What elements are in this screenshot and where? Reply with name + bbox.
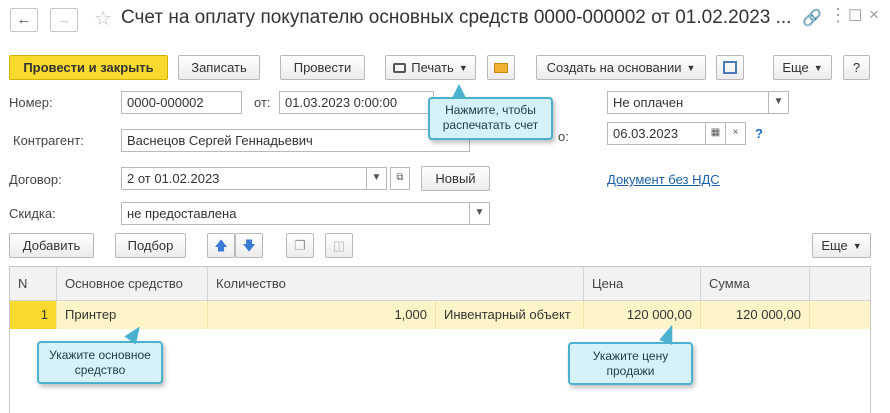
- number-field[interactable]: 0000-000002: [121, 91, 242, 114]
- contract-open-button[interactable]: ⧉: [390, 167, 410, 190]
- post-button[interactable]: Провести: [280, 55, 365, 80]
- link-icon[interactable]: 🔗: [802, 8, 822, 28]
- table-more-button[interactable]: Еще ▼: [812, 233, 871, 258]
- print-callout-text: Нажмите, чтобы распечатать счет: [442, 103, 539, 132]
- chevron-down-icon: ▼: [813, 63, 823, 73]
- chevron-down-icon: ▼: [686, 63, 696, 73]
- arrow-down-icon: 🡇: [242, 238, 256, 253]
- header-quantity[interactable]: Количество: [208, 267, 584, 301]
- print-label: Печать: [411, 60, 454, 75]
- open-icon: ⧉: [396, 172, 404, 183]
- pick-button[interactable]: Подбор: [115, 233, 186, 258]
- create-based-on-button[interactable]: Создать на основании ▼: [536, 55, 706, 80]
- discount-label: Скидка:: [9, 206, 56, 221]
- header-sum[interactable]: Сумма: [701, 267, 810, 301]
- discount-dropdown-button[interactable]: ▼: [470, 202, 490, 225]
- from-label: от:: [254, 95, 271, 110]
- help-question[interactable]: ?: [755, 126, 763, 141]
- header-asset[interactable]: Основное средство: [57, 267, 208, 301]
- move-down-button[interactable]: 🡇: [235, 233, 263, 258]
- cell-extra: [810, 301, 870, 329]
- due-date-field[interactable]: 06.03.2023: [607, 122, 706, 145]
- close-icon[interactable]: ×: [869, 5, 879, 25]
- printer-icon: [393, 63, 407, 73]
- contract-field[interactable]: 2 от 01.02.2023: [121, 167, 367, 190]
- chevron-down-icon: ▼: [773, 96, 784, 107]
- number-label: Номер:: [9, 95, 53, 110]
- asset-callout: Укажите основное средство: [37, 341, 163, 384]
- paste-button[interactable]: ◫: [325, 233, 353, 258]
- chevron-down-icon: ▼: [371, 172, 382, 183]
- date-field[interactable]: 01.03.2023 0:00:00: [279, 91, 434, 114]
- contract-label: Договор:: [9, 172, 62, 187]
- move-up-button[interactable]: 🡅: [207, 233, 235, 258]
- discount-field[interactable]: не предоставлена: [121, 202, 470, 225]
- table-header: N Основное средство Количество Цена Сумм…: [10, 267, 870, 301]
- arrow-right-icon: →: [56, 11, 72, 28]
- status-field[interactable]: Не оплачен: [607, 91, 769, 114]
- maximize-icon[interactable]: ☐: [848, 6, 862, 26]
- email-button[interactable]: [487, 55, 515, 80]
- calendar-button[interactable]: ▦: [706, 122, 726, 145]
- favorite-star-icon[interactable]: ☆: [94, 6, 112, 31]
- new-contract-button[interactable]: Новый: [421, 166, 490, 191]
- arrow-up-icon: 🡅: [214, 238, 228, 253]
- more-label: Еще: [782, 60, 809, 75]
- more-button[interactable]: Еще ▼: [773, 55, 832, 80]
- contractor-field[interactable]: Васнецов Сергей Геннадьевич: [121, 129, 470, 152]
- add-row-button[interactable]: Добавить: [9, 233, 94, 258]
- contractor-label: Контрагент:: [13, 133, 84, 148]
- copy-icon: ❐: [294, 238, 306, 253]
- print-button[interactable]: Печать ▼: [385, 55, 476, 80]
- contract-dropdown-button[interactable]: ▼: [367, 167, 387, 190]
- envelope-icon: [494, 63, 508, 73]
- header-price[interactable]: Цена: [584, 267, 701, 301]
- print-callout-pointer: [452, 84, 466, 98]
- print-callout: Нажмите, чтобы распечатать счет: [428, 97, 553, 140]
- hierarchy-icon: [723, 61, 737, 74]
- help-button[interactable]: ?: [843, 55, 870, 80]
- cell-sum[interactable]: 120 000,00: [701, 301, 810, 329]
- asset-callout-text: Укажите основное средство: [49, 348, 151, 377]
- menu-icon[interactable]: ⋮: [829, 5, 847, 26]
- table-row[interactable]: 1 Принтер 1,000 Инвентарный объект 120 0…: [10, 301, 870, 329]
- cell-price[interactable]: 120 000,00: [584, 301, 701, 329]
- save-button[interactable]: Записать: [178, 55, 260, 80]
- status-dropdown-button[interactable]: ▼: [769, 91, 789, 114]
- post-and-close-button[interactable]: Провести и закрыть: [9, 55, 168, 80]
- due-date-label: о:: [558, 129, 569, 144]
- chevron-down-icon: ▼: [474, 207, 485, 218]
- header-n[interactable]: N: [10, 267, 57, 301]
- window-title: Счет на оплату покупателю основных средс…: [121, 7, 792, 28]
- price-callout: Укажите цену продажи: [568, 342, 693, 385]
- arrow-left-icon: ←: [16, 11, 32, 28]
- cell-unit[interactable]: Инвентарный объект: [436, 301, 584, 329]
- header-extra: [810, 267, 870, 301]
- vat-link[interactable]: Документ без НДС: [607, 172, 720, 187]
- create-based-on-label: Создать на основании: [546, 60, 682, 75]
- chevron-down-icon: ▼: [852, 241, 862, 251]
- forward-button[interactable]: →: [50, 8, 78, 32]
- cell-quantity[interactable]: 1,000: [208, 301, 436, 329]
- copy-button[interactable]: ❐: [286, 233, 314, 258]
- calendar-icon: ▦: [710, 127, 721, 138]
- back-button[interactable]: ←: [10, 8, 38, 32]
- chevron-down-icon: ▼: [458, 63, 468, 73]
- cell-n[interactable]: 1: [10, 301, 57, 329]
- price-callout-text: Укажите цену продажи: [592, 349, 669, 378]
- clear-button[interactable]: ×: [726, 122, 746, 145]
- paste-icon: ◫: [332, 238, 346, 253]
- structure-button[interactable]: [716, 55, 744, 80]
- clear-icon: ×: [732, 127, 739, 138]
- table-more-label: Еще: [821, 238, 848, 253]
